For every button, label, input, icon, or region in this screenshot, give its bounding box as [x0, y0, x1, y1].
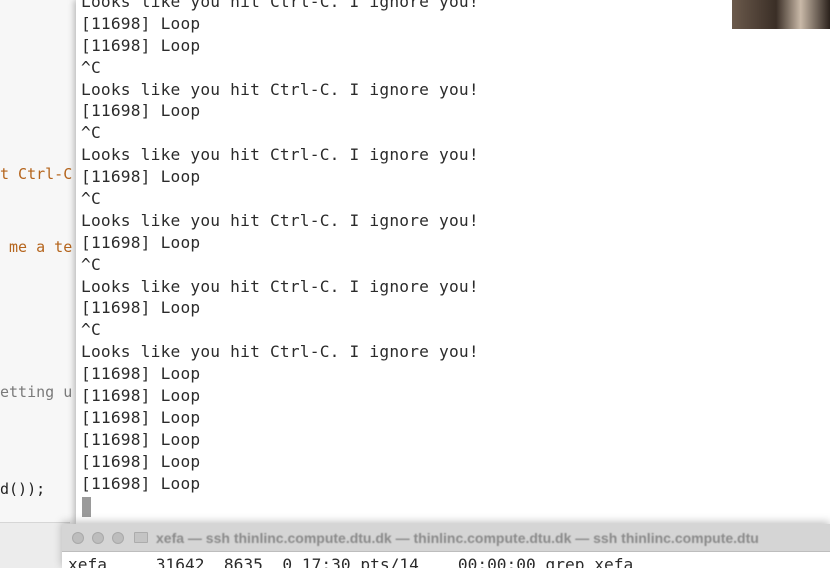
terminal-line: [11698] Loop — [81, 13, 201, 33]
terminal-window-ssh[interactable]: xefa — ssh thinlinc.compute.dtu.dk — thi… — [62, 524, 830, 568]
terminal-line: Looks like you hit Ctrl-C. I ignore you! — [81, 276, 479, 296]
terminal-line: ^C — [81, 320, 101, 340]
terminal-line: Looks like you hit Ctrl-C. I ignore you! — [81, 0, 479, 11]
terminal-line: [11698] Loop — [81, 429, 201, 449]
terminal-line: [11698] Loop — [81, 407, 201, 427]
terminal-output: Looks like you hit Ctrl-C. I ignore you!… — [81, 0, 479, 494]
terminal-line: xefa 31642 8635 0 17:30 pts/14 00:00:00 … — [68, 555, 634, 568]
terminal-line: ^C — [81, 254, 101, 274]
terminal-line: ^C — [81, 123, 101, 143]
terminal-line: [11698] Loop — [81, 364, 201, 384]
terminal-line: Looks like you hit Ctrl-C. I ignore you! — [81, 210, 479, 230]
terminal-line: [11698] Loop — [81, 101, 201, 121]
terminal-line: [11698] Loop — [81, 451, 201, 471]
terminal-line: Looks like you hit Ctrl-C. I ignore you! — [81, 145, 479, 165]
terminal-cursor — [82, 497, 91, 517]
terminal-line: ^C — [81, 57, 101, 77]
zoom-button[interactable] — [112, 531, 124, 544]
terminal-line: [11698] Loop — [81, 167, 201, 187]
folder-icon — [134, 532, 148, 543]
editor-fragment: d()); — [0, 480, 46, 498]
webcam-overlay — [732, 0, 830, 29]
minimize-button[interactable] — [92, 531, 104, 544]
close-button[interactable] — [72, 531, 84, 544]
terminal-line: Looks like you hit Ctrl-C. I ignore you! — [81, 342, 479, 362]
terminal-line: [11698] Loop — [81, 35, 201, 55]
terminal-title-bar[interactable]: xefa — ssh thinlinc.compute.dtu.dk — thi… — [62, 524, 830, 552]
editor-bottom-strip — [0, 522, 70, 568]
terminal-line: [11698] Loop — [81, 386, 201, 406]
terminal-line: ^C — [81, 189, 101, 209]
terminal-line: [11698] Loop — [81, 232, 201, 252]
window-title: xefa — ssh thinlinc.compute.dtu.dk — thi… — [156, 529, 759, 546]
terminal-window-output[interactable]: Looks like you hit Ctrl-C. I ignore you!… — [76, 0, 830, 524]
terminal-line: [11698] Loop — [81, 298, 201, 318]
editor-fragment: t Ctrl-C — [0, 165, 73, 183]
editor-fragment: me a te — [0, 238, 73, 256]
terminal-line: [11698] Loop — [81, 473, 201, 493]
editor-fragment: etting u — [0, 383, 73, 401]
terminal-line: Looks like you hit Ctrl-C. I ignore you! — [81, 79, 479, 99]
